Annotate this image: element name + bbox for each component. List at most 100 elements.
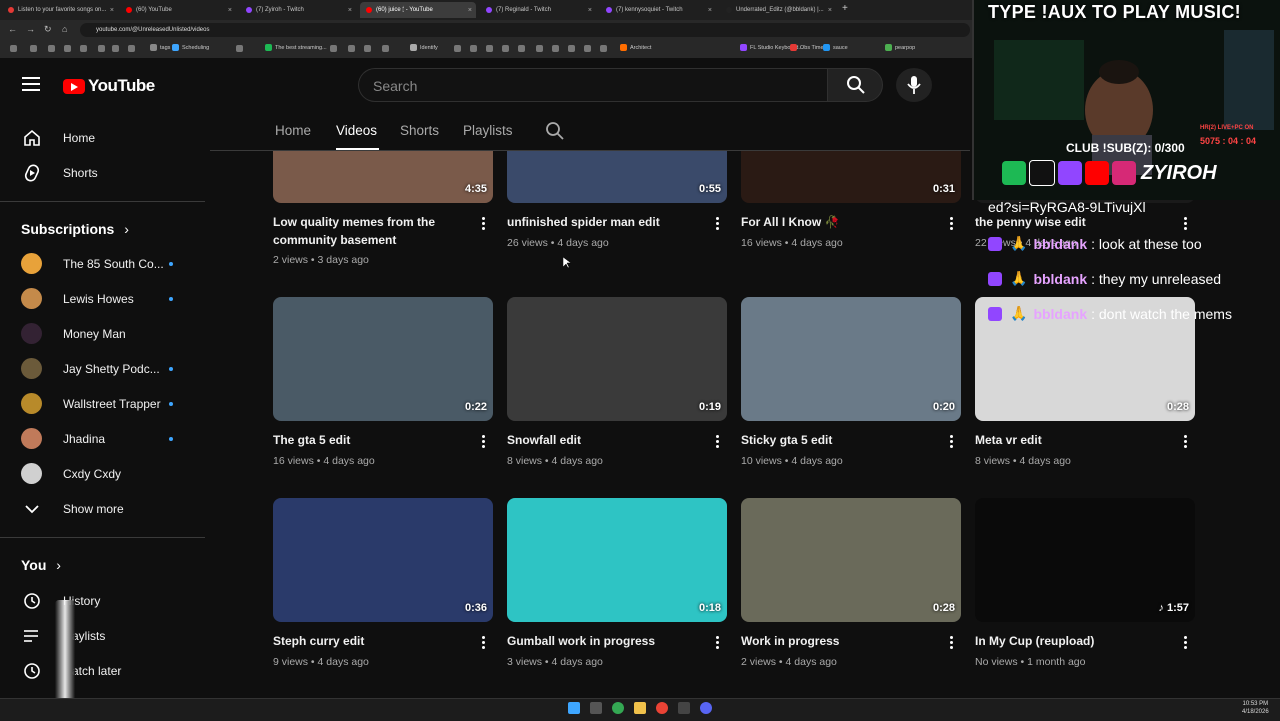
more-options-icon[interactable]: [716, 636, 720, 651]
search-input[interactable]: [359, 69, 843, 103]
more-options-icon[interactable]: [482, 217, 486, 232]
bookmark-item[interactable]: tags: [150, 44, 170, 51]
video-title[interactable]: Meta vr edit: [975, 431, 1180, 449]
video-thumbnail[interactable]: 0:28: [741, 498, 961, 622]
video-card[interactable]: 0:28 Work in progress 2 views • 4 days ago: [741, 498, 963, 688]
more-options-icon[interactable]: [482, 636, 486, 651]
more-options-icon[interactable]: [1184, 217, 1188, 232]
video-card[interactable]: 0:22 The gta 5 edit 16 views • 4 days ago: [273, 297, 495, 487]
bookmark-favicon-icon[interactable]: [98, 45, 105, 52]
bookmark-favicon-icon[interactable]: [236, 45, 243, 52]
browser-tab[interactable]: Underrated_Editz (@bbldank) |... ×: [720, 2, 836, 18]
bookmark-favicon-icon[interactable]: [10, 45, 17, 52]
video-title[interactable]: unfinished spider man edit: [507, 213, 712, 231]
bookmark-item[interactable]: pearpop: [885, 44, 915, 51]
sidebar-item-home[interactable]: Home: [0, 120, 205, 155]
video-thumbnail[interactable]: 0:18: [507, 498, 727, 622]
bookmark-item[interactable]: Scheduling: [172, 44, 209, 51]
channel-search-icon[interactable]: [545, 121, 565, 141]
youtube-logo[interactable]: YouTube: [63, 76, 155, 96]
bookmark-favicon-icon[interactable]: [470, 45, 477, 52]
more-options-icon[interactable]: [1184, 435, 1188, 450]
more-options-icon[interactable]: [950, 636, 954, 651]
more-options-icon[interactable]: [716, 435, 720, 450]
bookmark-favicon-icon[interactable]: [364, 45, 371, 52]
video-thumbnail[interactable]: 0:36: [273, 498, 493, 622]
bookmark-item[interactable]: The best streaming...: [265, 44, 327, 51]
bookmark-favicon-icon[interactable]: [552, 45, 559, 52]
video-thumbnail[interactable]: 0:22: [273, 297, 493, 421]
bookmark-favicon-icon[interactable]: [568, 45, 575, 52]
video-title[interactable]: In My Cup (reupload): [975, 632, 1180, 650]
more-options-icon[interactable]: [950, 435, 954, 450]
browser-tab[interactable]: (60) juice 🕯 - YouTube ×: [360, 2, 476, 18]
bookmark-favicon-icon[interactable]: [536, 45, 543, 52]
chrome-icon[interactable]: [612, 702, 624, 714]
browser-tab[interactable]: (60) YouTube ×: [120, 2, 236, 18]
video-title[interactable]: Snowfall edit: [507, 431, 712, 449]
video-card[interactable]: 0:18 Gumball work in progress 3 views • 4 …: [507, 498, 729, 688]
tab-close-icon[interactable]: ×: [468, 7, 472, 14]
more-options-icon[interactable]: [950, 217, 954, 232]
video-title[interactable]: For All I Know 🥀: [741, 213, 946, 231]
search-button[interactable]: [827, 68, 883, 102]
video-card[interactable]: 0:36 Steph curry edit 9 views • 4 days ago: [273, 498, 495, 688]
bookmark-favicon-icon[interactable]: [584, 45, 591, 52]
channel-tab-shorts[interactable]: Shorts: [400, 123, 439, 138]
bookmark-item[interactable]: Identify: [410, 44, 438, 51]
bookmark-item[interactable]: sauce: [823, 44, 848, 51]
bookmark-favicon-icon[interactable]: [502, 45, 509, 52]
back-icon[interactable]: ←: [8, 24, 17, 34]
video-title[interactable]: The gta 5 edit: [273, 431, 478, 449]
voice-search-button[interactable]: [896, 68, 932, 102]
video-title[interactable]: Steph curry edit: [273, 632, 478, 650]
bookmark-favicon-icon[interactable]: [48, 45, 55, 52]
channel-tab-playlists[interactable]: Playlists: [463, 123, 513, 138]
bookmark-favicon-icon[interactable]: [348, 45, 355, 52]
video-card[interactable]: 0:28 Meta vr edit 8 views • 4 days ago: [975, 297, 1197, 487]
video-card[interactable]: ♪ 1:57 In My Cup (reupload) No views • 1 m…: [975, 498, 1197, 688]
video-title[interactable]: the penny wise edit: [975, 213, 1180, 231]
channel-tab-home[interactable]: Home: [275, 123, 311, 138]
bookmark-favicon-icon[interactable]: [80, 45, 87, 52]
bookmark-favicon-icon[interactable]: [64, 45, 71, 52]
more-options-icon[interactable]: [482, 435, 486, 450]
bookmark-favicon-icon[interactable]: [30, 45, 37, 52]
video-title[interactable]: Sticky gta 5 edit: [741, 431, 946, 449]
bookmark-favicon-icon[interactable]: [128, 45, 135, 52]
browser-tab[interactable]: Listen to your favorite songs on... ×: [2, 2, 118, 18]
new-tab-button[interactable]: +: [842, 3, 848, 14]
file-explorer-icon[interactable]: [634, 702, 646, 714]
bookmark-favicon-icon[interactable]: [382, 45, 389, 52]
chrome-active-icon[interactable]: [656, 702, 668, 714]
more-options-icon[interactable]: [1184, 636, 1188, 651]
bookmark-favicon-icon[interactable]: [600, 45, 607, 52]
tab-close-icon[interactable]: ×: [588, 7, 592, 14]
browser-tab[interactable]: (7) kennysoquiet - Twitch ×: [600, 2, 716, 18]
menu-icon[interactable]: [22, 77, 40, 91]
bookmark-item[interactable]: Obs Timer: [790, 44, 825, 51]
bookmark-item[interactable]: Architect: [620, 44, 651, 51]
tab-close-icon[interactable]: ×: [348, 7, 352, 14]
video-card[interactable]: 0:20 Sticky gta 5 edit 10 views • 4 days a…: [741, 297, 963, 487]
more-options-icon[interactable]: [716, 217, 720, 232]
bookmark-favicon-icon[interactable]: [454, 45, 461, 52]
tab-close-icon[interactable]: ×: [110, 7, 114, 14]
video-thumbnail[interactable]: ♪ 1:57: [975, 498, 1195, 622]
browser-tab[interactable]: (7) Zyiroh - Twitch ×: [240, 2, 356, 18]
bookmark-favicon-icon[interactable]: [486, 45, 493, 52]
home-icon[interactable]: ⌂: [62, 24, 67, 34]
video-card[interactable]: 0:19 Snowfall edit 8 views • 4 days ago: [507, 297, 729, 487]
tab-close-icon[interactable]: ×: [708, 7, 712, 14]
video-thumbnail[interactable]: 0:19: [507, 297, 727, 421]
browser-tab[interactable]: (7) Reginald - Twitch ×: [480, 2, 596, 18]
bookmark-favicon-icon[interactable]: [112, 45, 119, 52]
obs-icon[interactable]: [678, 702, 690, 714]
video-title[interactable]: Gumball work in progress: [507, 632, 712, 650]
forward-icon[interactable]: →: [26, 24, 35, 34]
discord-icon[interactable]: [700, 702, 712, 714]
tab-close-icon[interactable]: ×: [828, 7, 832, 14]
start-icon[interactable]: [568, 702, 580, 714]
channel-tab-videos[interactable]: Videos: [336, 123, 377, 138]
video-title[interactable]: Low quality memes from the community bas…: [273, 213, 478, 249]
